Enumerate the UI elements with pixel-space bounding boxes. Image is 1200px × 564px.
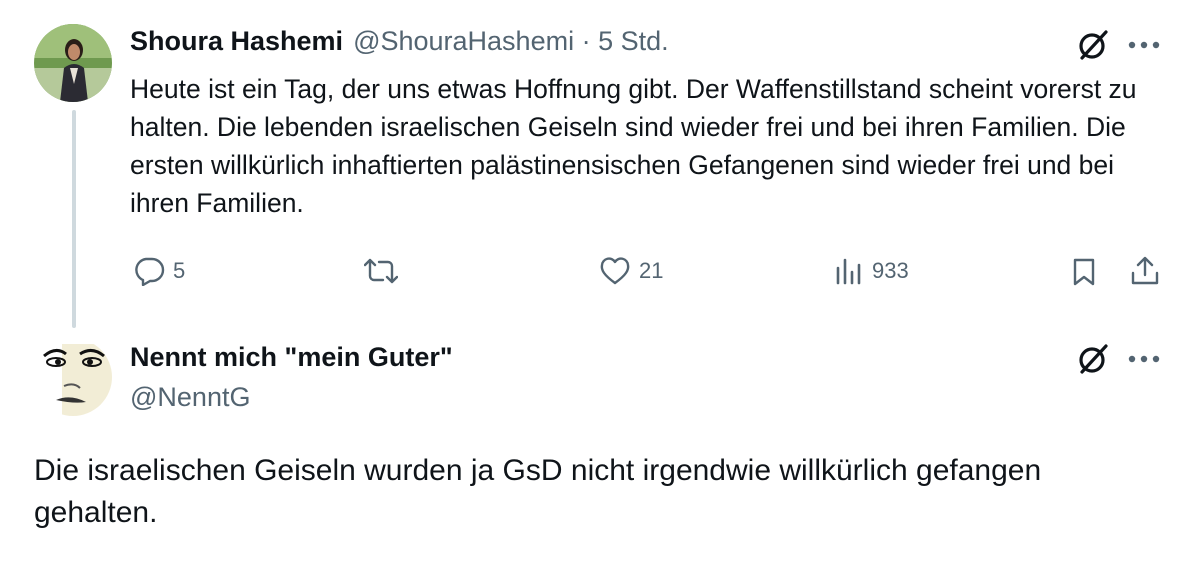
avatar[interactable] <box>34 338 112 416</box>
reply-text: Die israelischen Geiseln wurden ja GsD n… <box>34 454 1042 529</box>
more-icon[interactable] <box>1124 344 1164 374</box>
thread-line <box>72 110 76 328</box>
author-handle[interactable]: @NenntG <box>130 382 250 413</box>
author-handle-time[interactable]: @ShouraHashemi · 5 Std. <box>353 26 669 57</box>
avatar[interactable] <box>34 24 112 102</box>
bookmark-icon[interactable] <box>1068 256 1100 288</box>
like-icon <box>599 256 631 286</box>
grok-icon[interactable] <box>1074 340 1112 378</box>
view-count: 933 <box>872 258 909 283</box>
share-icon[interactable] <box>1128 254 1162 288</box>
author-name[interactable]: Nennt mich "mein Guter" <box>130 342 453 373</box>
reply-count: 5 <box>173 258 186 283</box>
like-button[interactable]: 21 <box>599 256 663 286</box>
retweet-icon <box>364 256 398 286</box>
tweet-text: Heute ist ein Tag, der uns etwas Hoffnun… <box>130 74 1137 218</box>
views-button[interactable]: 933 <box>834 256 909 286</box>
reply-icon <box>133 256 165 286</box>
retweet-button[interactable] <box>364 256 398 286</box>
like-count: 21 <box>639 258 664 283</box>
author-name[interactable]: Shoura Hashemi <box>130 26 343 57</box>
more-icon[interactable] <box>1124 30 1164 60</box>
grok-icon[interactable] <box>1074 26 1112 64</box>
views-icon <box>834 256 864 286</box>
reply-button[interactable]: 5 <box>133 256 185 286</box>
